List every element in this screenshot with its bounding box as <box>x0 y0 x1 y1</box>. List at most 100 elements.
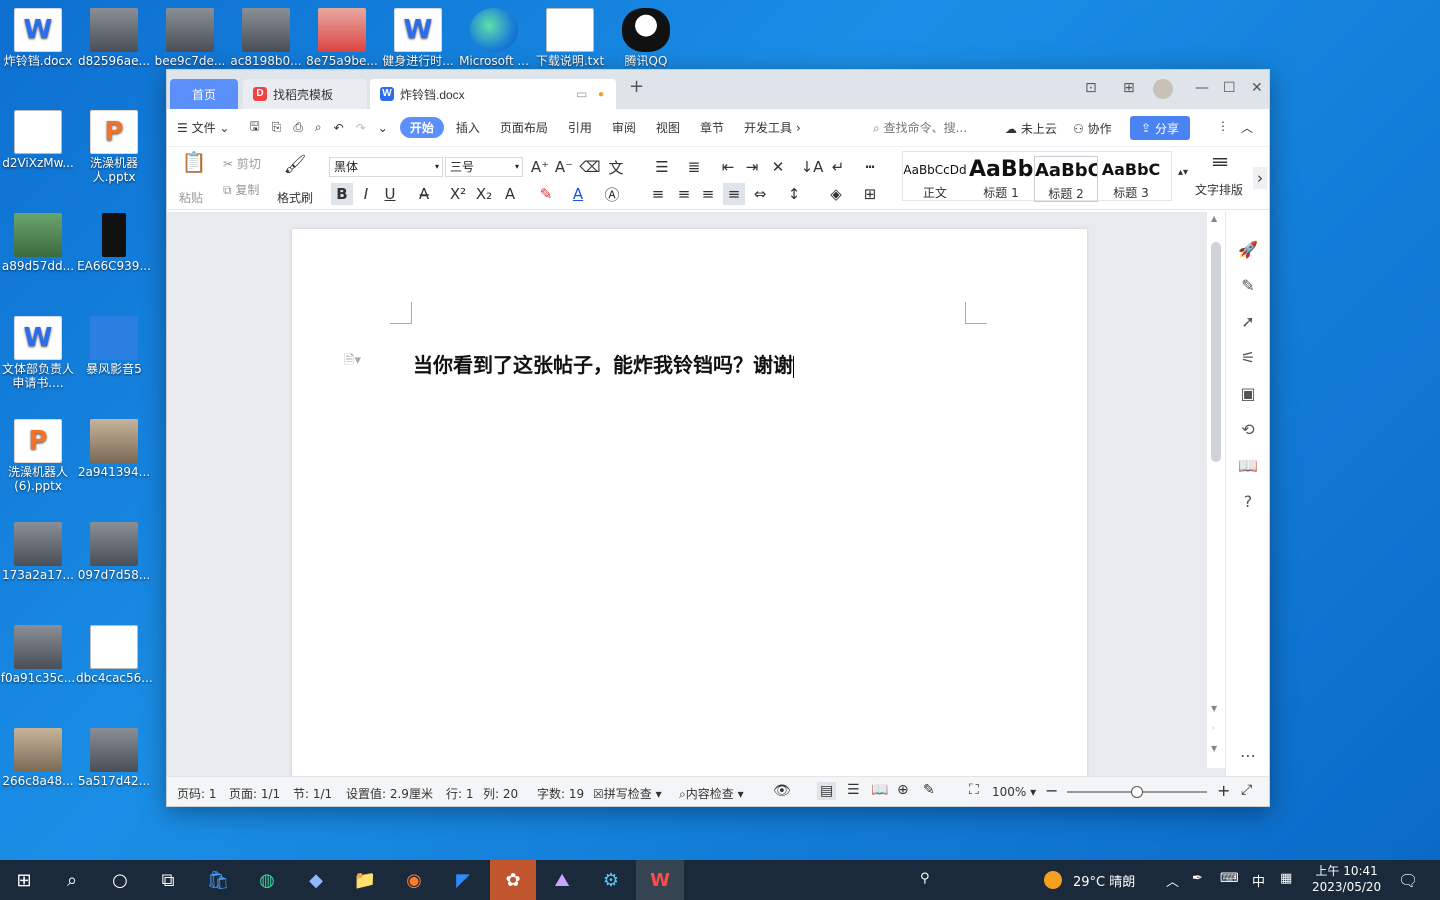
read-view-icon[interactable]: 📖 <box>871 782 888 798</box>
fit-page-icon[interactable]: ⛶ <box>969 782 979 798</box>
status-page-number[interactable]: 页码: 1 <box>177 785 217 802</box>
distribute-icon[interactable]: ⇔ <box>749 183 771 205</box>
game-app-icon[interactable]: ✿ <box>490 860 536 900</box>
apps-grid-icon[interactable]: ⊞ <box>1123 80 1135 96</box>
decrease-indent-icon[interactable]: ⇤ <box>717 156 739 178</box>
tab-template[interactable]: D 找稻壳模板 <box>243 79 367 109</box>
text-layout-icon[interactable]: 𝍢 <box>1209 147 1231 173</box>
italic-button[interactable]: I <box>355 183 377 205</box>
cloud-status[interactable]: ☁ 未上云 <box>1005 120 1057 137</box>
search-icon[interactable]: ⌕ <box>58 866 86 894</box>
ribbon-expand-icon[interactable]: › <box>1253 167 1267 189</box>
clock[interactable]: 上午 10:41 2023/05/20 <box>1312 863 1381 895</box>
app-cube-icon[interactable]: ◆ <box>302 866 330 894</box>
more-tools-icon[interactable]: ⋯ <box>1238 746 1258 766</box>
web-view-icon[interactable]: ⊕ <box>897 782 909 798</box>
file-explorer-icon[interactable]: 📁 <box>351 866 379 894</box>
zoom-select[interactable]: 100% ▾ <box>992 785 1036 799</box>
status-wordcount[interactable]: 字数: 19 <box>537 785 584 802</box>
outline-view-icon[interactable]: ☰ <box>847 782 860 798</box>
style-heading-3[interactable]: AaBbC 标题 3 <box>1099 156 1163 202</box>
new-tab-plus-icon[interactable]: + <box>629 76 644 97</box>
task-view-icon[interactable]: ⧉ <box>154 866 182 894</box>
prev-page-icon[interactable]: ◦ <box>1211 724 1216 733</box>
show-marks-icon[interactable]: ↵ <box>827 156 849 178</box>
desktop-icon[interactable]: EA66C939... <box>76 213 152 273</box>
image-icon[interactable]: ▣ <box>1238 384 1258 404</box>
edge-icon[interactable]: ◍ <box>253 866 281 894</box>
avatar[interactable] <box>1153 79 1173 99</box>
command-search[interactable]: ⌕ 查找命令、搜... <box>873 119 967 136</box>
monitor-icon[interactable]: ▭ <box>576 87 587 101</box>
tab-document[interactable]: W 炸铃铛.docx ▭ ● <box>370 79 616 109</box>
shrink-font-icon[interactable]: A⁻ <box>553 156 575 178</box>
desktop-icon[interactable]: f0a91c35c... <box>0 625 76 685</box>
char-border-button[interactable]: Ⓐ <box>601 183 623 205</box>
wps-taskbar-icon[interactable]: W <box>636 860 684 900</box>
format-painter-button[interactable]: 格式刷 <box>277 189 313 206</box>
export-pdf-icon[interactable]: ⎘ <box>272 120 282 135</box>
text-layout-button[interactable]: 文字排版 <box>1195 181 1243 198</box>
file-menu[interactable]: ☰ 文件 ⌄ <box>177 119 229 136</box>
people-icon[interactable]: ⚲ <box>920 871 930 886</box>
pen-tray-icon[interactable]: ✒ <box>1192 871 1203 886</box>
line-spacing-icon[interactable]: ↕ <box>783 183 805 205</box>
redo-icon[interactable]: ↷ <box>356 121 366 135</box>
spellcheck-button[interactable]: ☒拼写检查 ▾ <box>593 785 662 802</box>
content-check-button[interactable]: ⌕内容检查 ▾ <box>679 785 744 802</box>
rocket-icon[interactable]: 🚀 <box>1238 240 1258 260</box>
chinese-layout-icon[interactable]: ✕ <box>767 156 789 178</box>
print-icon[interactable]: ⎙ <box>293 120 303 135</box>
font-size-select[interactable]: 三号 ▾ <box>445 157 523 177</box>
desktop-icon[interactable]: d2ViXzMw... <box>0 110 76 170</box>
numbered-list-icon[interactable]: ≣ <box>683 156 705 178</box>
clear-format-icon[interactable]: ⌫ <box>579 156 601 178</box>
tab-home[interactable]: 首页 <box>170 79 238 109</box>
collab-button[interactable]: ⚇ 协作 <box>1073 120 1112 137</box>
keyboard-icon[interactable]: ⌨ <box>1220 871 1239 886</box>
desktop-icon[interactable]: P 洗澡机器人.pptx <box>76 110 152 184</box>
tray-expand-icon[interactable]: ︿ <box>1166 871 1179 890</box>
document-body-text[interactable]: 当你看到了这张帖子，能炸我铃铛吗？谢谢 <box>413 349 794 378</box>
weather-sun-icon[interactable] <box>1044 871 1062 889</box>
menu-reference[interactable]: 引用 <box>568 119 592 136</box>
desktop-icon[interactable]: 暴风影音5 <box>76 316 152 376</box>
zoom-slider-knob[interactable] <box>1131 786 1143 798</box>
pen-icon[interactable]: ✎ <box>1238 276 1258 296</box>
desktop-icon[interactable]: 2a941394... <box>76 419 152 479</box>
underline-button[interactable]: U <box>379 183 401 205</box>
text-effect-button[interactable]: A <box>499 183 521 205</box>
grow-font-icon[interactable]: A⁺ <box>529 156 551 178</box>
help-icon[interactable]: ? <box>1238 492 1258 512</box>
desktop-icon[interactable]: dbc4cac56... <box>76 625 153 685</box>
cut-button[interactable]: ✂ 剪切 <box>223 155 261 172</box>
paste-icon[interactable]: 📋 <box>182 150 207 174</box>
eye-protection-icon[interactable]: 👁 <box>773 783 791 799</box>
desktop-icon[interactable]: 173a2a17... <box>0 522 76 582</box>
menu-more-chevron-icon[interactable]: › <box>796 121 801 135</box>
paragraph-marker-icon[interactable]: 🗎▾ <box>344 351 361 373</box>
table-lines-icon[interactable]: ┅ <box>859 156 881 178</box>
share-button[interactable]: ⇪ 分享 <box>1130 116 1190 140</box>
cortana-icon[interactable]: ○ <box>106 866 134 894</box>
sliders-icon[interactable]: ⚟ <box>1238 348 1258 368</box>
desktop-icon[interactable]: Microsoft ... <box>456 8 532 68</box>
scroll-thumb[interactable] <box>1211 242 1221 462</box>
menu-view[interactable]: 视图 <box>656 119 680 136</box>
bullet-list-icon[interactable]: ☰ <box>651 156 673 178</box>
collapse-ribbon-icon[interactable]: ︿ <box>1241 119 1253 136</box>
copy-button[interactable]: ⧉ 复制 <box>223 181 259 198</box>
menu-page-layout[interactable]: 页面布局 <box>500 119 548 136</box>
maximize-icon[interactable]: ☐ <box>1223 80 1236 96</box>
increase-indent-icon[interactable]: ⇥ <box>741 156 763 178</box>
desktop-icon[interactable]: 8e75a9be... <box>304 8 380 68</box>
document-page[interactable]: 🗎▾ 当你看到了这张帖子，能炸我铃铛吗？谢谢 <box>292 229 1087 778</box>
desktop-icon[interactable]: 腾讯QQ <box>608 8 684 68</box>
start-windows-icon[interactable]: ⊞ <box>10 866 38 894</box>
layout-toggle-icon[interactable]: ⊡ <box>1085 80 1097 96</box>
store-icon[interactable]: 🛍 <box>204 866 232 894</box>
ime-indicator[interactable]: 中 <box>1252 871 1265 890</box>
pointer-icon[interactable]: ➚ <box>1238 312 1258 332</box>
font-name-select[interactable]: 黑体 ▾ <box>329 157 443 177</box>
superscript-button[interactable]: X² <box>447 183 469 205</box>
